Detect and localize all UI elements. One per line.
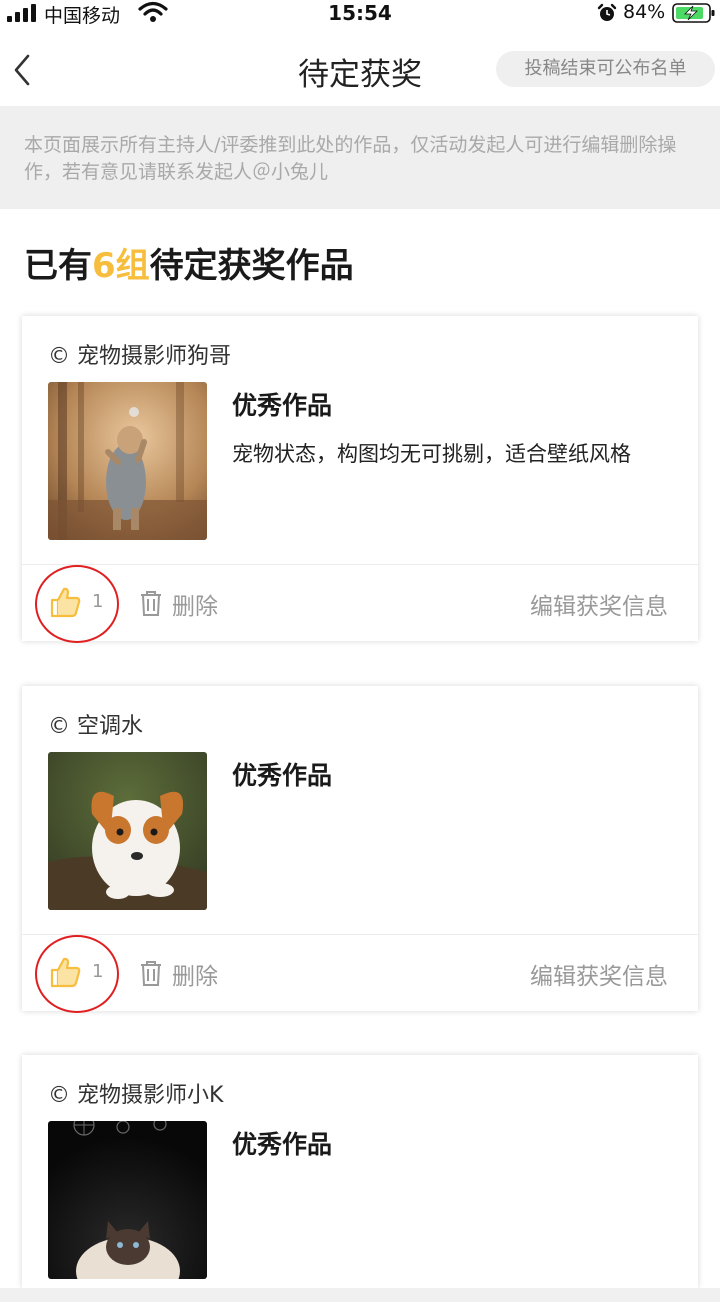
battery-charging-icon <box>672 3 715 23</box>
entry-card: © 宠物摄影师狗哥 优秀作品 宠物状态，构图均无可挑剔，适合壁纸风格 1 删除 … <box>22 316 698 643</box>
pending-count: 6组 <box>92 246 150 286</box>
card-actions: 1 删除 编辑获奖信息 <box>22 565 698 643</box>
award-title: 优秀作品 <box>232 1130 333 1159</box>
award-title: 优秀作品 <box>232 761 333 790</box>
bottom-edge <box>0 1288 720 1302</box>
alarm-icon <box>597 3 617 21</box>
summary-prefix: 已有 <box>24 246 92 286</box>
entry-thumbnail[interactable] <box>48 382 207 540</box>
entry-thumbnail[interactable] <box>48 752 207 910</box>
like-count: 1 <box>92 591 104 612</box>
entry-author: © 空调水 <box>48 714 143 739</box>
thumbs-up-icon[interactable] <box>48 585 82 619</box>
corgi-puppy-photo <box>48 752 207 910</box>
award-title: 优秀作品 <box>232 391 333 420</box>
entry-thumbnail[interactable] <box>48 1121 207 1279</box>
entry-card: © 空调水 优秀作品 1 删除 编辑获奖信息 <box>22 686 698 1013</box>
notice-banner: 本页面展示所有主持人/评委推到此处的作品，仅活动发起人可进行编辑删除操作，若有意… <box>0 106 720 209</box>
entry-author: © 宠物摄影师小K <box>48 1083 224 1108</box>
delete-label: 删除 <box>172 964 218 990</box>
summary-suffix: 待定获奖作品 <box>149 246 354 286</box>
pending-summary-heading: 已有6组待定获奖作品 <box>24 238 354 287</box>
entry-card: © 宠物摄影师小K 优秀作品 <box>22 1055 698 1288</box>
like-count: 1 <box>92 961 104 982</box>
trash-icon <box>141 591 161 616</box>
battery-percentage: 84% <box>623 1 666 23</box>
delete-label: 删除 <box>172 594 218 620</box>
entry-author: © 宠物摄影师狗哥 <box>48 344 231 369</box>
status-bar: 中国移动 15:54 84% <box>0 0 720 27</box>
edit-award-button[interactable]: 编辑获奖信息 <box>530 587 668 621</box>
nav-bar: 待定获奖 投稿结束可公布名单 <box>0 28 720 106</box>
edit-award-button[interactable]: 编辑获奖信息 <box>530 957 668 991</box>
publish-list-button[interactable]: 投稿结束可公布名单 <box>496 51 715 87</box>
entry-description: 宠物状态，构图均无可挑剔，适合壁纸风格 <box>232 442 631 466</box>
yorkie-standing-photo <box>48 382 207 540</box>
card-actions: 1 删除 编辑获奖信息 <box>22 935 698 1013</box>
ragdoll-cat-dark-photo <box>48 1121 207 1279</box>
thumbs-up-icon[interactable] <box>48 955 82 989</box>
trash-icon <box>141 961 161 986</box>
